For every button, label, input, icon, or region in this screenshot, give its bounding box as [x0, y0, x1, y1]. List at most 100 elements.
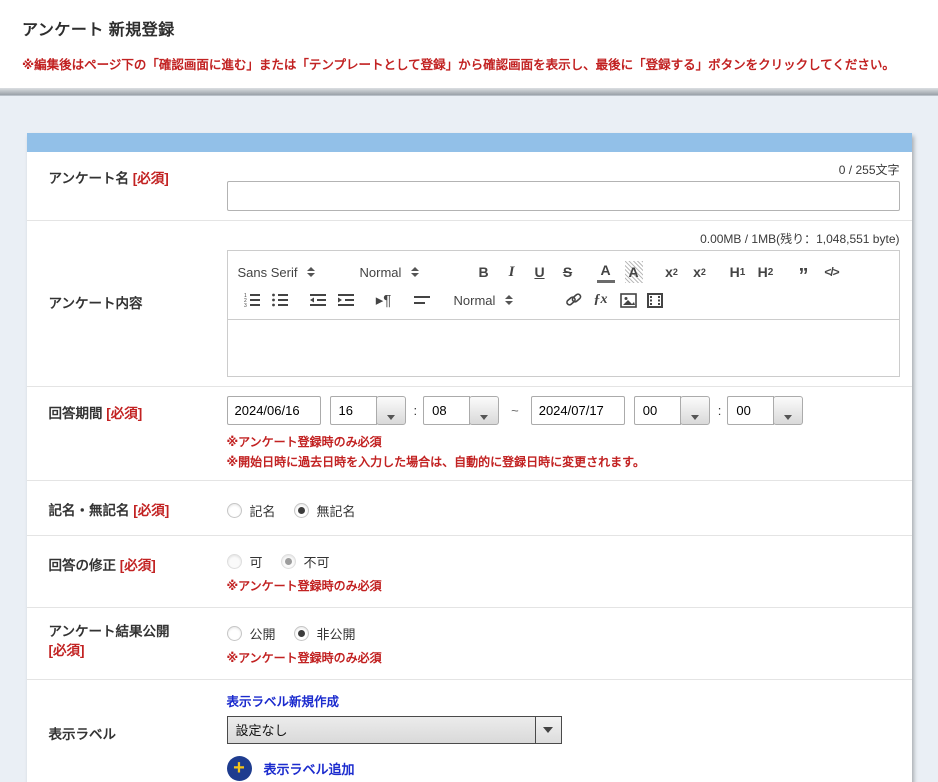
header-picker[interactable]: Normal: [360, 265, 460, 280]
heading1-button[interactable]: H1: [729, 261, 747, 283]
period-row: 回答期間 [必須] : ~: [27, 387, 912, 481]
create-display-label-link[interactable]: 表示ラベル新規作成: [227, 691, 900, 710]
align-button[interactable]: [413, 293, 431, 307]
start-minute-dropdown-button[interactable]: [469, 396, 499, 425]
end-hour-combo: [634, 396, 710, 425]
select-dropdown-button[interactable]: [535, 717, 561, 743]
anonymity-row: 記名・無記名 [必須] 記名 無記名: [27, 481, 912, 536]
survey-form-card: アンケート名 [必須] 0 / 255文字 アンケート内容 0.00MB / 1…: [27, 133, 912, 782]
blockquote-button[interactable]: ”: [795, 261, 813, 283]
video-button[interactable]: [647, 293, 663, 308]
start-minute-combo: [423, 396, 499, 425]
display-label-row: 表示ラベル 表示ラベル新規作成 設定なし + 表示ラベル追加: [27, 680, 912, 782]
survey-name-label: アンケート名 [必須]: [27, 161, 227, 211]
radio-option-named[interactable]: 記名: [227, 501, 276, 520]
radio-option-public[interactable]: 公開: [227, 624, 276, 643]
name-char-counter: 0 / 255文字: [227, 161, 900, 178]
survey-name-row: アンケート名 [必須] 0 / 255文字: [27, 152, 912, 221]
radio-icon[interactable]: [227, 626, 242, 641]
range-separator: ~: [511, 403, 519, 418]
end-minute-combo: [727, 396, 803, 425]
end-minute-input[interactable]: [727, 396, 774, 425]
results-row: アンケート結果公開 [必須] 公開 非公開 ※アンケート登録時のみ必須: [27, 608, 912, 680]
superscript-button[interactable]: x2: [691, 261, 709, 283]
header-divider: [0, 88, 938, 96]
radio-option-allowed[interactable]: 可: [227, 552, 263, 571]
radio-option-anonymous[interactable]: 無記名: [294, 501, 356, 520]
start-minute-input[interactable]: [423, 396, 470, 425]
radio-option-not-allowed[interactable]: 不可: [281, 552, 330, 571]
font-picker[interactable]: Sans Serif: [238, 265, 346, 280]
outdent-button[interactable]: [309, 292, 327, 308]
required-badge: [必須]: [133, 171, 169, 186]
start-hour-combo: [330, 396, 406, 425]
required-badge: [必須]: [133, 503, 169, 518]
period-label: 回答期間 [必須]: [27, 396, 227, 471]
size-picker[interactable]: Normal: [454, 293, 550, 308]
chevron-down-icon: [543, 727, 553, 733]
survey-name-input[interactable]: [227, 181, 900, 211]
updown-arrows-icon: [411, 267, 419, 277]
plus-icon: +: [227, 756, 252, 781]
time-colon: :: [718, 403, 722, 418]
period-note-2: ※開始日時に過去日時を入力した場合は、自動的に登録日時に変更されます。: [227, 453, 900, 471]
chevron-down-icon: [480, 415, 488, 420]
chevron-down-icon: [387, 415, 395, 420]
end-date-input[interactable]: [531, 396, 625, 425]
underline-button[interactable]: U: [531, 261, 549, 283]
correction-label: 回答の修正 [必須]: [27, 548, 227, 595]
results-note: ※アンケート登録時のみ必須: [227, 649, 900, 667]
period-note-1: ※アンケート登録時のみ必須: [227, 433, 900, 451]
subscript-button[interactable]: x2: [663, 261, 681, 283]
display-label-label: 表示ラベル: [27, 691, 227, 781]
chevron-down-icon: [784, 415, 792, 420]
correction-note: ※アンケート登録時のみ必須: [227, 577, 900, 595]
updown-arrows-icon: [307, 267, 315, 277]
end-hour-input[interactable]: [634, 396, 681, 425]
end-minute-dropdown-button[interactable]: [773, 396, 803, 425]
display-label-select[interactable]: 設定なし: [227, 716, 562, 744]
code-block-button[interactable]: </>: [823, 261, 841, 283]
image-button[interactable]: [620, 293, 637, 308]
bullet-list-button[interactable]: [271, 292, 289, 308]
time-colon: :: [414, 403, 418, 418]
radio-option-private[interactable]: 非公開: [294, 624, 356, 643]
anonymity-label: 記名・無記名 [必須]: [27, 493, 227, 521]
text-direction-button[interactable]: ▸¶: [375, 289, 393, 311]
edit-warning-text: ※編集後はページ下の「確認画面に進む」または「テンプレートとして登録」から確認画…: [22, 54, 918, 73]
display-label-select-value: 設定なし: [228, 720, 535, 739]
italic-button[interactable]: I: [503, 261, 521, 283]
strikethrough-button[interactable]: S: [559, 261, 577, 283]
svg-text:3: 3: [244, 303, 247, 308]
page-header: アンケート 新規登録 ※編集後はページ下の「確認画面に進む」または「テンプレート…: [0, 0, 938, 88]
correction-row: 回答の修正 [必須] 可 不可 ※アンケート登録時のみ必須: [27, 536, 912, 608]
radio-icon[interactable]: [227, 503, 242, 518]
radio-icon[interactable]: [294, 626, 309, 641]
add-display-label-button[interactable]: + 表示ラベル追加: [227, 756, 900, 781]
required-badge: [必須]: [106, 406, 142, 421]
link-button[interactable]: [565, 292, 582, 308]
card-accent-bar: [27, 133, 912, 152]
heading2-button[interactable]: H2: [757, 261, 775, 283]
formula-button[interactable]: ƒx: [592, 289, 610, 311]
required-badge: [必須]: [49, 643, 85, 658]
highlight-color-button[interactable]: A: [625, 261, 643, 283]
start-hour-dropdown-button[interactable]: [376, 396, 406, 425]
start-date-input[interactable]: [227, 396, 321, 425]
indent-button[interactable]: [337, 292, 355, 308]
bold-button[interactable]: B: [475, 261, 493, 283]
richtext-toolbar: Sans Serif Normal B I U S A: [227, 250, 900, 320]
ordered-list-button[interactable]: 1 2 3: [243, 292, 261, 308]
end-hour-dropdown-button[interactable]: [680, 396, 710, 425]
page-title: アンケート 新規登録: [22, 16, 918, 40]
text-color-button[interactable]: A: [597, 261, 615, 283]
page-background: アンケート名 [必須] 0 / 255文字 アンケート内容 0.00MB / 1…: [0, 96, 938, 782]
radio-icon[interactable]: [294, 503, 309, 518]
updown-arrows-icon: [505, 295, 513, 305]
results-label: アンケート結果公開 [必須]: [27, 620, 227, 667]
richtext-editor-area[interactable]: [227, 320, 900, 377]
radio-icon[interactable]: [227, 554, 242, 569]
start-hour-input[interactable]: [330, 396, 377, 425]
survey-content-row: アンケート内容 0.00MB / 1MB(残り：1,048,551 byte) …: [27, 221, 912, 387]
radio-icon[interactable]: [281, 554, 296, 569]
